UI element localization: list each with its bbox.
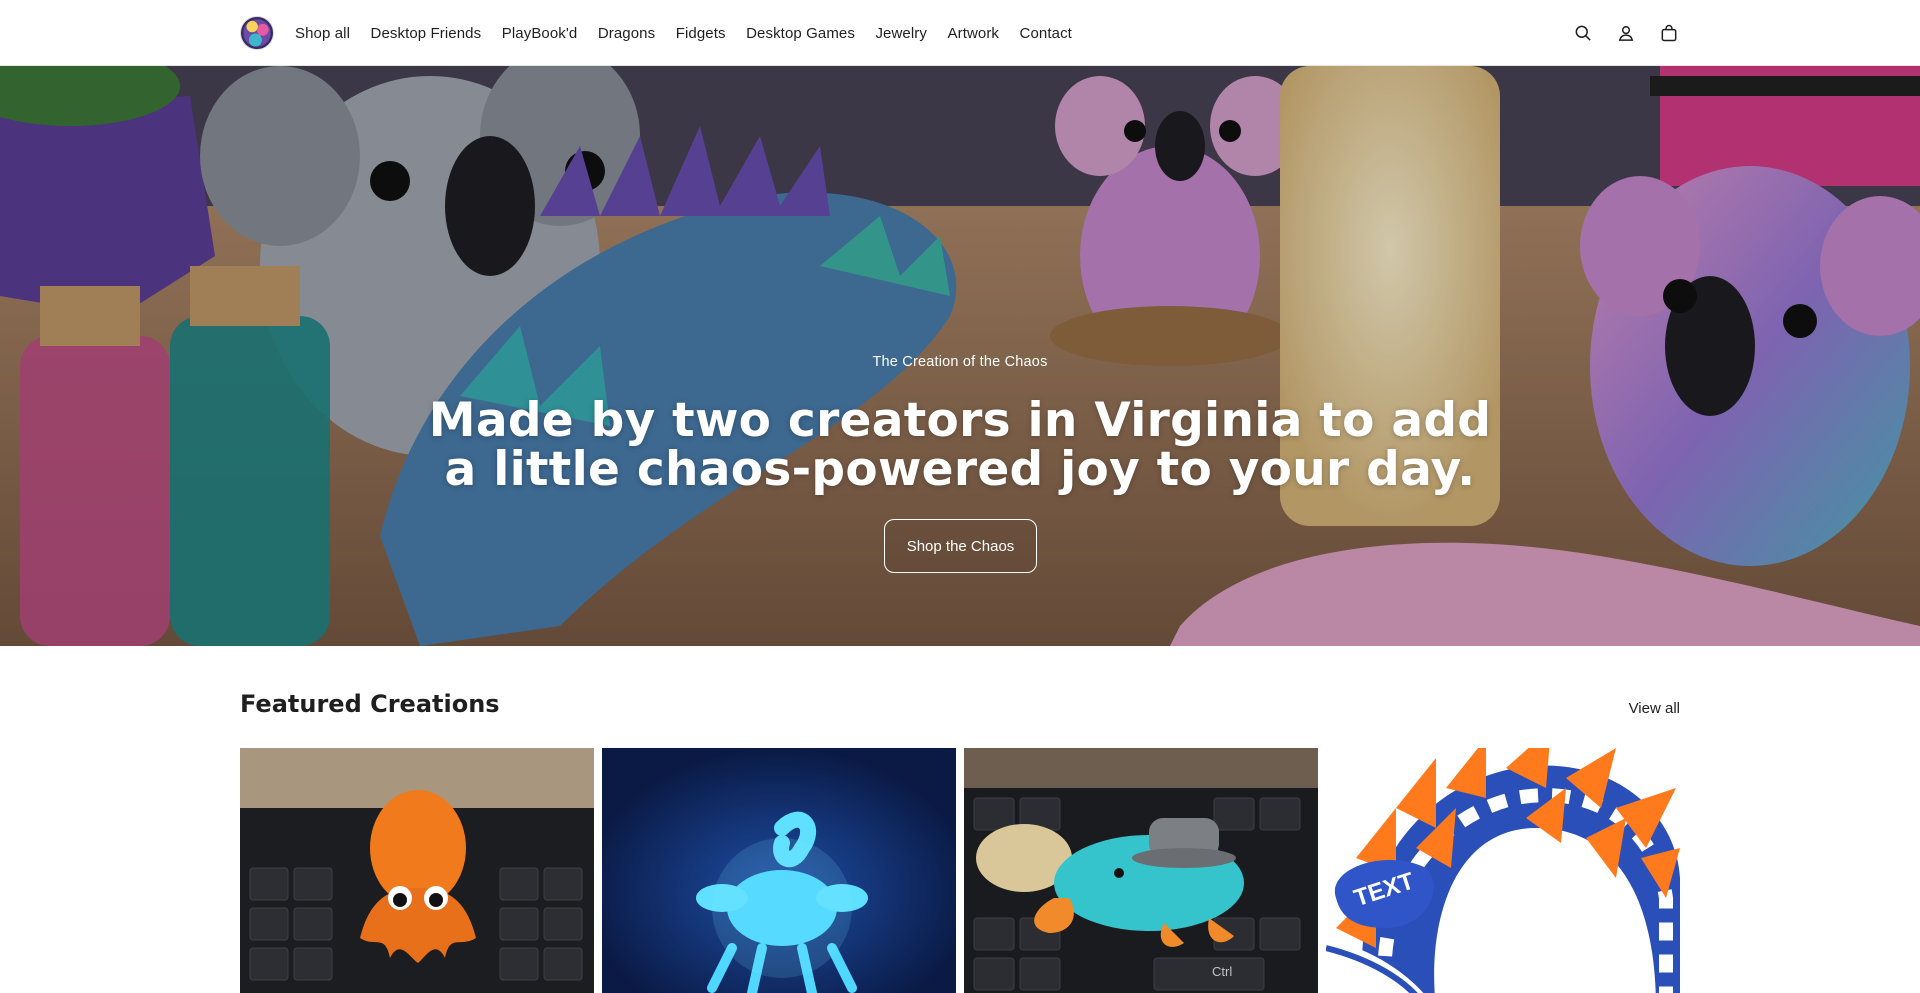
featured-section-title: Featured Creations — [240, 690, 500, 718]
header-inner: Shop all Desktop Friends PlayBook'd Drag… — [240, 0, 1680, 66]
glowing-scorpion-image — [602, 748, 956, 993]
main-nav: Shop all Desktop Friends PlayBook'd Drag… — [295, 25, 1092, 42]
hero-content: The Creation of the Chaos Made by two cr… — [0, 66, 1920, 646]
nav-jewelry[interactable]: Jewelry — [875, 25, 927, 42]
ctrl-key-label: Ctrl — [1212, 964, 1232, 979]
hero-title-line-2: a little chaos-powered joy to your day. — [444, 442, 1476, 497]
nav-fidgets[interactable]: Fidgets — [676, 25, 726, 42]
cart-icon[interactable] — [1658, 22, 1680, 44]
nav-shop-all[interactable]: Shop all — [295, 25, 350, 42]
articulated-dragon-image: TEXT — [1326, 748, 1680, 993]
orange-octopus-image — [240, 748, 594, 993]
orange-octopus-product[interactable] — [240, 748, 594, 993]
hero-title-line-1: Made by two creators in Virginia to add — [428, 393, 1492, 448]
hero-subtitle: The Creation of the Chaos — [872, 354, 1048, 370]
account-icon[interactable] — [1615, 22, 1637, 44]
nav-artwork[interactable]: Artwork — [948, 25, 1000, 42]
store-logo[interactable] — [240, 16, 274, 50]
articulated-dragon-product[interactable]: TEXT — [1326, 748, 1680, 993]
nav-playbookd[interactable]: PlayBook'd — [502, 25, 578, 42]
shop-the-chaos-button[interactable]: Shop the Chaos — [884, 519, 1037, 573]
nav-desktop-games[interactable]: Desktop Games — [746, 25, 855, 42]
teal-platypus-image: Ctrl — [964, 748, 1318, 993]
nav-contact[interactable]: Contact — [1020, 25, 1072, 42]
view-all-link[interactable]: View all — [1629, 700, 1680, 717]
hero-title: Made by two creators in Virginia to add … — [360, 396, 1560, 494]
hero-banner: The Creation of the Chaos Made by two cr… — [0, 66, 1920, 646]
featured-product-grid: Ctrl TEXT — [240, 748, 1680, 993]
search-icon[interactable] — [1572, 22, 1594, 44]
teal-platypus-product[interactable]: Ctrl — [964, 748, 1318, 993]
nav-desktop-friends[interactable]: Desktop Friends — [371, 25, 482, 42]
header-icons — [1551, 0, 1680, 66]
site-header: Shop all Desktop Friends PlayBook'd Drag… — [0, 0, 1920, 66]
glowing-scorpion-product[interactable] — [602, 748, 956, 993]
nav-dragons[interactable]: Dragons — [598, 25, 655, 42]
